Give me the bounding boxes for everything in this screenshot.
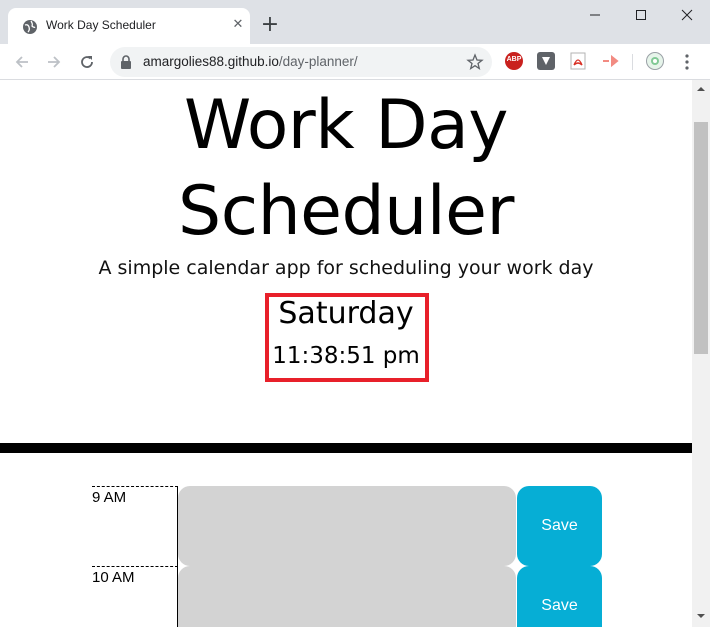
page-subtitle: A simple calendar app for scheduling you…	[98, 257, 594, 279]
url-path: /day-planner/	[278, 54, 358, 69]
arrow-right-icon	[48, 56, 61, 68]
hour-label: 10 AM	[92, 566, 178, 627]
profile-avatar-icon[interactable]	[646, 52, 664, 70]
lock-icon	[121, 55, 131, 69]
reload-button[interactable]	[75, 50, 99, 74]
cast-extension-icon[interactable]	[601, 52, 619, 70]
time-block-row: 10 AM Save	[92, 566, 602, 627]
forward-button[interactable]	[42, 50, 66, 74]
current-time: 11:38:51 pm	[272, 343, 420, 369]
event-textarea[interactable]	[178, 566, 516, 627]
browser-toolbar: amargolies88.github.io/day-planner/ ABP	[0, 44, 710, 80]
save-button[interactable]: Save	[517, 566, 602, 627]
arrow-left-icon	[15, 56, 28, 68]
header-divider	[0, 443, 692, 453]
back-button[interactable]	[10, 50, 34, 74]
shield-glyph-icon	[542, 57, 550, 65]
abp-label: ABP	[506, 56, 522, 63]
page-title-line1: Work Day	[183, 86, 509, 165]
bookmark-star-icon[interactable]	[466, 53, 484, 71]
globe-icon	[23, 20, 37, 34]
toolbar-separator	[632, 54, 633, 70]
scrollbar-thumb[interactable]	[694, 122, 708, 354]
page-title-line2: Scheduler	[178, 172, 514, 251]
url-host: amargolies88.github.io	[143, 54, 279, 69]
page-content: Work Day Scheduler A simple calendar app…	[0, 81, 692, 627]
current-day: Saturday	[278, 296, 414, 331]
more-menu-icon[interactable]	[680, 53, 694, 71]
adblock-plus-icon[interactable]: ABP	[505, 52, 523, 70]
browser-tab[interactable]: Work Day Scheduler ✕	[8, 8, 250, 44]
save-button[interactable]: Save	[517, 486, 602, 566]
address-bar[interactable]: amargolies88.github.io/day-planner/	[110, 47, 492, 77]
cast-glyph-icon	[603, 54, 619, 68]
maximize-icon	[636, 10, 646, 20]
time-block-row: 9 AM Save	[92, 486, 602, 566]
scroll-down-arrow-icon[interactable]	[692, 609, 710, 623]
reload-icon	[81, 56, 93, 68]
hour-label: 9 AM	[92, 486, 178, 566]
maximize-button[interactable]	[618, 0, 664, 30]
minimize-button[interactable]	[572, 0, 618, 30]
close-window-button[interactable]	[664, 0, 710, 30]
tab-strip: Work Day Scheduler ✕ +	[0, 0, 710, 44]
close-icon	[681, 9, 693, 21]
minimize-icon	[590, 14, 600, 16]
pdf-glyph-icon	[570, 52, 586, 70]
pdf-extension-icon[interactable]	[569, 52, 587, 70]
url-text[interactable]: amargolies88.github.io/day-planner/	[143, 54, 358, 69]
shield-extension-icon[interactable]	[537, 52, 555, 70]
tab-title: Work Day Scheduler	[46, 18, 156, 32]
new-tab-button[interactable]: +	[258, 14, 282, 38]
scroll-up-arrow-icon[interactable]	[692, 82, 710, 96]
avatar-glyph-icon	[651, 57, 659, 65]
event-textarea[interactable]	[178, 486, 516, 566]
close-tab-icon[interactable]: ✕	[230, 17, 246, 33]
